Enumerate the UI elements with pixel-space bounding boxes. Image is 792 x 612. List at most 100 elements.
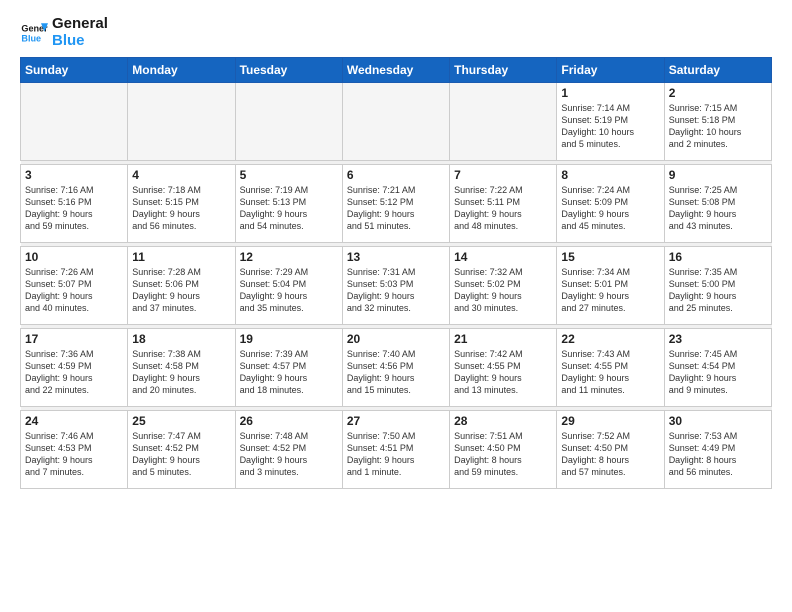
day-number: 30 — [669, 414, 767, 428]
calendar-cell — [128, 83, 235, 161]
calendar-cell: 12 Sunrise: 7:29 AM Sunset: 5:04 PM Dayli… — [235, 247, 342, 325]
day-info: Sunrise: 7:19 AM Sunset: 5:13 PM Dayligh… — [240, 184, 338, 233]
weekday-header-thursday: Thursday — [450, 58, 557, 83]
week-row-3: 17 Sunrise: 7:36 AM Sunset: 4:59 PM Dayli… — [21, 329, 772, 407]
week-row-4: 24Sunrise: 7:46 AM Sunset: 4:53 PM Dayli… — [21, 411, 772, 489]
weekday-header-wednesday: Wednesday — [342, 58, 449, 83]
day-number: 19 — [240, 332, 338, 346]
day-info: Sunrise: 7:36 AM Sunset: 4:59 PM Dayligh… — [25, 348, 123, 397]
day-info: Sunrise: 7:47 AM Sunset: 4:52 PM Dayligh… — [132, 430, 230, 479]
calendar-cell: 20 Sunrise: 7:40 AM Sunset: 4:56 PM Dayli… — [342, 329, 449, 407]
day-info: Sunrise: 7:29 AM Sunset: 5:04 PM Dayligh… — [240, 266, 338, 315]
day-info: Sunrise: 7:28 AM Sunset: 5:06 PM Dayligh… — [132, 266, 230, 315]
day-info: Sunrise: 7:39 AM Sunset: 4:57 PM Dayligh… — [240, 348, 338, 397]
calendar-cell: 19 Sunrise: 7:39 AM Sunset: 4:57 PM Dayli… — [235, 329, 342, 407]
calendar-cell: 8 Sunrise: 7:24 AM Sunset: 5:09 PM Daylig… — [557, 165, 664, 243]
day-number: 11 — [132, 250, 230, 264]
calendar: SundayMondayTuesdayWednesdayThursdayFrid… — [20, 57, 772, 489]
day-info: Sunrise: 7:48 AM Sunset: 4:52 PM Dayligh… — [240, 430, 338, 479]
calendar-cell — [235, 83, 342, 161]
day-number: 2 — [669, 86, 767, 100]
day-number: 29 — [561, 414, 659, 428]
day-info: Sunrise: 7:40 AM Sunset: 4:56 PM Dayligh… — [347, 348, 445, 397]
week-row-2: 10 Sunrise: 7:26 AM Sunset: 5:07 PM Dayli… — [21, 247, 772, 325]
day-info: Sunrise: 7:14 AM Sunset: 5:19 PM Dayligh… — [561, 102, 659, 151]
day-number: 24 — [25, 414, 123, 428]
day-number: 14 — [454, 250, 552, 264]
weekday-header-row: SundayMondayTuesdayWednesdayThursdayFrid… — [21, 58, 772, 83]
day-info: Sunrise: 7:25 AM Sunset: 5:08 PM Dayligh… — [669, 184, 767, 233]
calendar-cell: 4 Sunrise: 7:18 AM Sunset: 5:15 PM Daylig… — [128, 165, 235, 243]
calendar-cell: 23 Sunrise: 7:45 AM Sunset: 4:54 PM Dayli… — [664, 329, 771, 407]
day-info: Sunrise: 7:18 AM Sunset: 5:15 PM Dayligh… — [132, 184, 230, 233]
calendar-cell: 22 Sunrise: 7:43 AM Sunset: 4:55 PM Dayli… — [557, 329, 664, 407]
calendar-cell: 16 Sunrise: 7:35 AM Sunset: 5:00 PM Dayli… — [664, 247, 771, 325]
day-number: 25 — [132, 414, 230, 428]
calendar-cell: 28 Sunrise: 7:51 AM Sunset: 4:50 PM Dayli… — [450, 411, 557, 489]
calendar-cell: 21Sunrise: 7:42 AM Sunset: 4:55 PM Dayli… — [450, 329, 557, 407]
day-info: Sunrise: 7:15 AM Sunset: 5:18 PM Dayligh… — [669, 102, 767, 151]
day-number: 7 — [454, 168, 552, 182]
calendar-cell: 14 Sunrise: 7:32 AM Sunset: 5:02 PM Dayli… — [450, 247, 557, 325]
calendar-cell: 3 Sunrise: 7:16 AM Sunset: 5:16 PM Daylig… — [21, 165, 128, 243]
day-number: 13 — [347, 250, 445, 264]
calendar-cell: 13 Sunrise: 7:31 AM Sunset: 5:03 PM Dayli… — [342, 247, 449, 325]
calendar-cell: 5Sunrise: 7:19 AM Sunset: 5:13 PM Daylig… — [235, 165, 342, 243]
day-number: 18 — [132, 332, 230, 346]
day-info: Sunrise: 7:51 AM Sunset: 4:50 PM Dayligh… — [454, 430, 552, 479]
day-number: 28 — [454, 414, 552, 428]
calendar-cell: 15 Sunrise: 7:34 AM Sunset: 5:01 PM Dayli… — [557, 247, 664, 325]
logo-icon: General Blue — [20, 19, 48, 47]
calendar-cell: 26 Sunrise: 7:48 AM Sunset: 4:52 PM Dayli… — [235, 411, 342, 489]
calendar-cell: 18 Sunrise: 7:38 AM Sunset: 4:58 PM Dayli… — [128, 329, 235, 407]
day-info: Sunrise: 7:45 AM Sunset: 4:54 PM Dayligh… — [669, 348, 767, 397]
weekday-header-sunday: Sunday — [21, 58, 128, 83]
day-info: Sunrise: 7:38 AM Sunset: 4:58 PM Dayligh… — [132, 348, 230, 397]
day-info: Sunrise: 7:21 AM Sunset: 5:12 PM Dayligh… — [347, 184, 445, 233]
day-number: 6 — [347, 168, 445, 182]
day-number: 8 — [561, 168, 659, 182]
day-info: Sunrise: 7:26 AM Sunset: 5:07 PM Dayligh… — [25, 266, 123, 315]
day-number: 17 — [25, 332, 123, 346]
day-number: 20 — [347, 332, 445, 346]
calendar-cell: 27 Sunrise: 7:50 AM Sunset: 4:51 PM Dayli… — [342, 411, 449, 489]
header-row: General Blue General Blue — [20, 16, 772, 49]
logo: General Blue General Blue — [20, 16, 108, 49]
weekday-header-tuesday: Tuesday — [235, 58, 342, 83]
calendar-cell — [342, 83, 449, 161]
day-number: 4 — [132, 168, 230, 182]
calendar-cell: 9Sunrise: 7:25 AM Sunset: 5:08 PM Daylig… — [664, 165, 771, 243]
day-info: Sunrise: 7:53 AM Sunset: 4:49 PM Dayligh… — [669, 430, 767, 479]
day-info: Sunrise: 7:50 AM Sunset: 4:51 PM Dayligh… — [347, 430, 445, 479]
page: General Blue General Blue SundayMondayTu… — [0, 0, 792, 499]
calendar-cell: 10 Sunrise: 7:26 AM Sunset: 5:07 PM Dayli… — [21, 247, 128, 325]
day-number: 23 — [669, 332, 767, 346]
week-row-0: 1 Sunrise: 7:14 AM Sunset: 5:19 PM Daylig… — [21, 83, 772, 161]
day-number: 12 — [240, 250, 338, 264]
day-number: 1 — [561, 86, 659, 100]
day-number: 16 — [669, 250, 767, 264]
day-number: 26 — [240, 414, 338, 428]
calendar-cell: 17 Sunrise: 7:36 AM Sunset: 4:59 PM Dayli… — [21, 329, 128, 407]
day-number: 27 — [347, 414, 445, 428]
calendar-cell: 2 Sunrise: 7:15 AM Sunset: 5:18 PM Daylig… — [664, 83, 771, 161]
calendar-cell: 30 Sunrise: 7:53 AM Sunset: 4:49 PM Dayli… — [664, 411, 771, 489]
day-info: Sunrise: 7:34 AM Sunset: 5:01 PM Dayligh… — [561, 266, 659, 315]
day-info: Sunrise: 7:31 AM Sunset: 5:03 PM Dayligh… — [347, 266, 445, 315]
logo-general: General — [52, 16, 108, 33]
day-number: 3 — [25, 168, 123, 182]
day-number: 15 — [561, 250, 659, 264]
day-info: Sunrise: 7:43 AM Sunset: 4:55 PM Dayligh… — [561, 348, 659, 397]
day-info: Sunrise: 7:32 AM Sunset: 5:02 PM Dayligh… — [454, 266, 552, 315]
day-info: Sunrise: 7:24 AM Sunset: 5:09 PM Dayligh… — [561, 184, 659, 233]
calendar-cell: 29Sunrise: 7:52 AM Sunset: 4:50 PM Dayli… — [557, 411, 664, 489]
day-info: Sunrise: 7:42 AM Sunset: 4:55 PM Dayligh… — [454, 348, 552, 397]
day-info: Sunrise: 7:35 AM Sunset: 5:00 PM Dayligh… — [669, 266, 767, 315]
calendar-cell: 1 Sunrise: 7:14 AM Sunset: 5:19 PM Daylig… — [557, 83, 664, 161]
calendar-cell — [450, 83, 557, 161]
weekday-header-saturday: Saturday — [664, 58, 771, 83]
day-number: 10 — [25, 250, 123, 264]
calendar-cell: 24Sunrise: 7:46 AM Sunset: 4:53 PM Dayli… — [21, 411, 128, 489]
day-number: 22 — [561, 332, 659, 346]
day-info: Sunrise: 7:16 AM Sunset: 5:16 PM Dayligh… — [25, 184, 123, 233]
